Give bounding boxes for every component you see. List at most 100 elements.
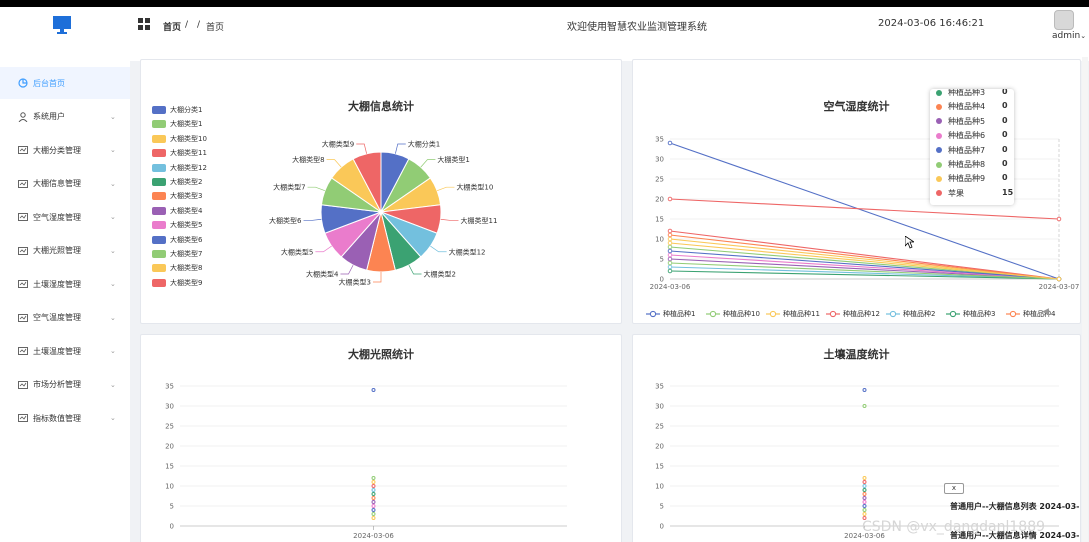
tooltip-value: 0 — [1002, 144, 1008, 154]
slice-label: 大棚类型12 — [449, 247, 486, 256]
y-tick-label: 15 — [165, 463, 174, 471]
sidebar-item[interactable]: 空气温度管理 ⌄ — [0, 302, 130, 334]
legend-item[interactable]: 种植品种1 — [646, 309, 695, 319]
label-line — [340, 264, 354, 275]
data-point[interactable] — [667, 248, 673, 254]
legend-item[interactable]: 大棚类型4 — [152, 206, 202, 216]
data-point[interactable] — [862, 492, 867, 496]
data-point[interactable] — [667, 232, 673, 238]
data-point[interactable] — [862, 484, 867, 488]
sidebar-item[interactable]: 指标数值管理 ⌄ — [0, 402, 130, 434]
chevron-down-icon: ⌄ — [110, 280, 116, 288]
data-point[interactable] — [371, 476, 376, 480]
data-point[interactable] — [667, 260, 673, 266]
series-line[interactable] — [669, 242, 1060, 280]
legend-item[interactable]: 大棚分类1 — [152, 105, 202, 115]
data-point[interactable] — [667, 252, 673, 258]
legend-item[interactable]: 大棚类型3 — [152, 191, 202, 201]
data-point[interactable] — [371, 480, 376, 484]
legend-item[interactable]: 大棚类型10 — [152, 134, 207, 144]
avatar[interactable] — [1054, 10, 1074, 30]
legend-label: 种植品种10 — [723, 310, 760, 318]
data-point[interactable] — [862, 508, 867, 512]
legend-item[interactable]: 大棚类型12 — [152, 163, 207, 173]
legend-item[interactable]: 种植品种12 — [826, 309, 880, 319]
data-point[interactable] — [667, 236, 673, 242]
sidebar-item[interactable]: 土壤温度管理 ⌄ — [0, 335, 130, 367]
legend-label: 种植品种11 — [783, 310, 820, 318]
legend-item[interactable]: 大棚类型5 — [152, 220, 202, 230]
data-point[interactable] — [667, 140, 673, 146]
data-point[interactable] — [862, 476, 867, 480]
data-point[interactable] — [667, 256, 673, 262]
legend-item[interactable]: 大棚类型6 — [152, 235, 202, 245]
legend-item[interactable]: 种植品种11 — [766, 309, 820, 319]
legend-prev-icon[interactable]: ◀ — [1042, 307, 1049, 317]
data-point[interactable] — [371, 508, 376, 512]
data-point[interactable] — [371, 516, 376, 520]
data-point[interactable] — [862, 500, 867, 504]
sidebar-item[interactable]: 后台首页 — [0, 67, 130, 99]
tooltip-value: 0 — [1002, 159, 1008, 168]
legend-item[interactable]: 大棚类型8 — [152, 263, 202, 273]
legend-marker-icon — [766, 310, 780, 318]
legend-item[interactable]: 种植品种3 — [946, 309, 995, 319]
y-tick-label: 30 — [165, 403, 174, 411]
data-point[interactable] — [862, 480, 867, 484]
slice-label: 大棚类型3 — [339, 278, 371, 287]
sidebar-item[interactable]: 大棚分类管理 ⌄ — [0, 134, 130, 166]
menu-grid-icon[interactable] — [138, 18, 150, 30]
sidebar-item[interactable]: 系统用户 ⌄ — [0, 101, 130, 133]
scrollbar[interactable] — [1082, 57, 1088, 542]
slice-label: 大棚类型6 — [269, 216, 302, 225]
data-point[interactable] — [862, 504, 867, 508]
sidebar-item[interactable]: 市场分析管理 ⌄ — [0, 369, 130, 401]
x-tick-label: 2024-03-06 — [353, 532, 394, 540]
data-point[interactable] — [862, 488, 867, 492]
sidebar-item[interactable]: 空气湿度管理 ⌄ — [0, 201, 130, 233]
chevron-down-icon: ⌄ — [110, 347, 116, 355]
legend-item[interactable]: 种植品种10 — [706, 309, 760, 319]
series-dot — [936, 103, 942, 110]
data-point[interactable] — [862, 512, 867, 516]
data-point[interactable] — [667, 240, 673, 246]
data-point[interactable] — [1056, 216, 1062, 222]
data-point[interactable] — [1056, 276, 1062, 282]
sidebar-item[interactable]: 大棚信息管理 ⌄ — [0, 168, 130, 200]
data-point[interactable] — [667, 228, 673, 234]
legend-item[interactable]: 大棚类型2 — [152, 177, 202, 187]
data-point[interactable] — [667, 264, 673, 270]
data-point[interactable] — [862, 388, 867, 392]
notice-item[interactable]: 普通用户--大棚信息列表 2024-03- — [950, 501, 1079, 512]
data-point[interactable] — [371, 512, 376, 516]
data-point[interactable] — [371, 496, 376, 500]
data-point[interactable] — [371, 488, 376, 492]
slice-label: 大棚类型11 — [460, 216, 497, 225]
legend-item[interactable]: 大棚类型11 — [152, 148, 207, 158]
data-point[interactable] — [371, 504, 376, 508]
data-point[interactable] — [371, 484, 376, 488]
tooltip-value: 0 — [1002, 101, 1008, 111]
data-point[interactable] — [371, 388, 376, 392]
data-point[interactable] — [371, 500, 376, 504]
legend-item[interactable]: 大棚类型9 — [152, 278, 202, 288]
data-point[interactable] — [862, 404, 867, 408]
monitor-logo-icon — [53, 16, 71, 34]
legend-item[interactable]: 大棚类型7 — [152, 249, 202, 259]
data-point[interactable] — [371, 492, 376, 496]
sidebar-item[interactable]: 土壤湿度管理 ⌄ — [0, 268, 130, 300]
sidebar-item[interactable]: 大棚光照管理 ⌄ — [0, 235, 130, 267]
y-tick-label: 0 — [660, 523, 664, 531]
legend-swatch — [152, 192, 166, 201]
data-point[interactable] — [667, 268, 673, 274]
data-point[interactable] — [667, 196, 673, 202]
breadcrumb-home[interactable]: 首页 — [163, 20, 181, 33]
chart-title: 土壤温度统计 — [823, 348, 890, 361]
legend-item[interactable]: 大棚类型1 — [152, 119, 202, 129]
series-line[interactable] — [669, 246, 1060, 280]
data-point[interactable] — [667, 244, 673, 250]
user-menu[interactable]: admin⌄ — [1052, 31, 1086, 41]
data-point[interactable] — [862, 496, 867, 500]
close-button[interactable]: x — [944, 483, 964, 494]
legend-item[interactable]: 种植品种2 — [886, 309, 935, 319]
